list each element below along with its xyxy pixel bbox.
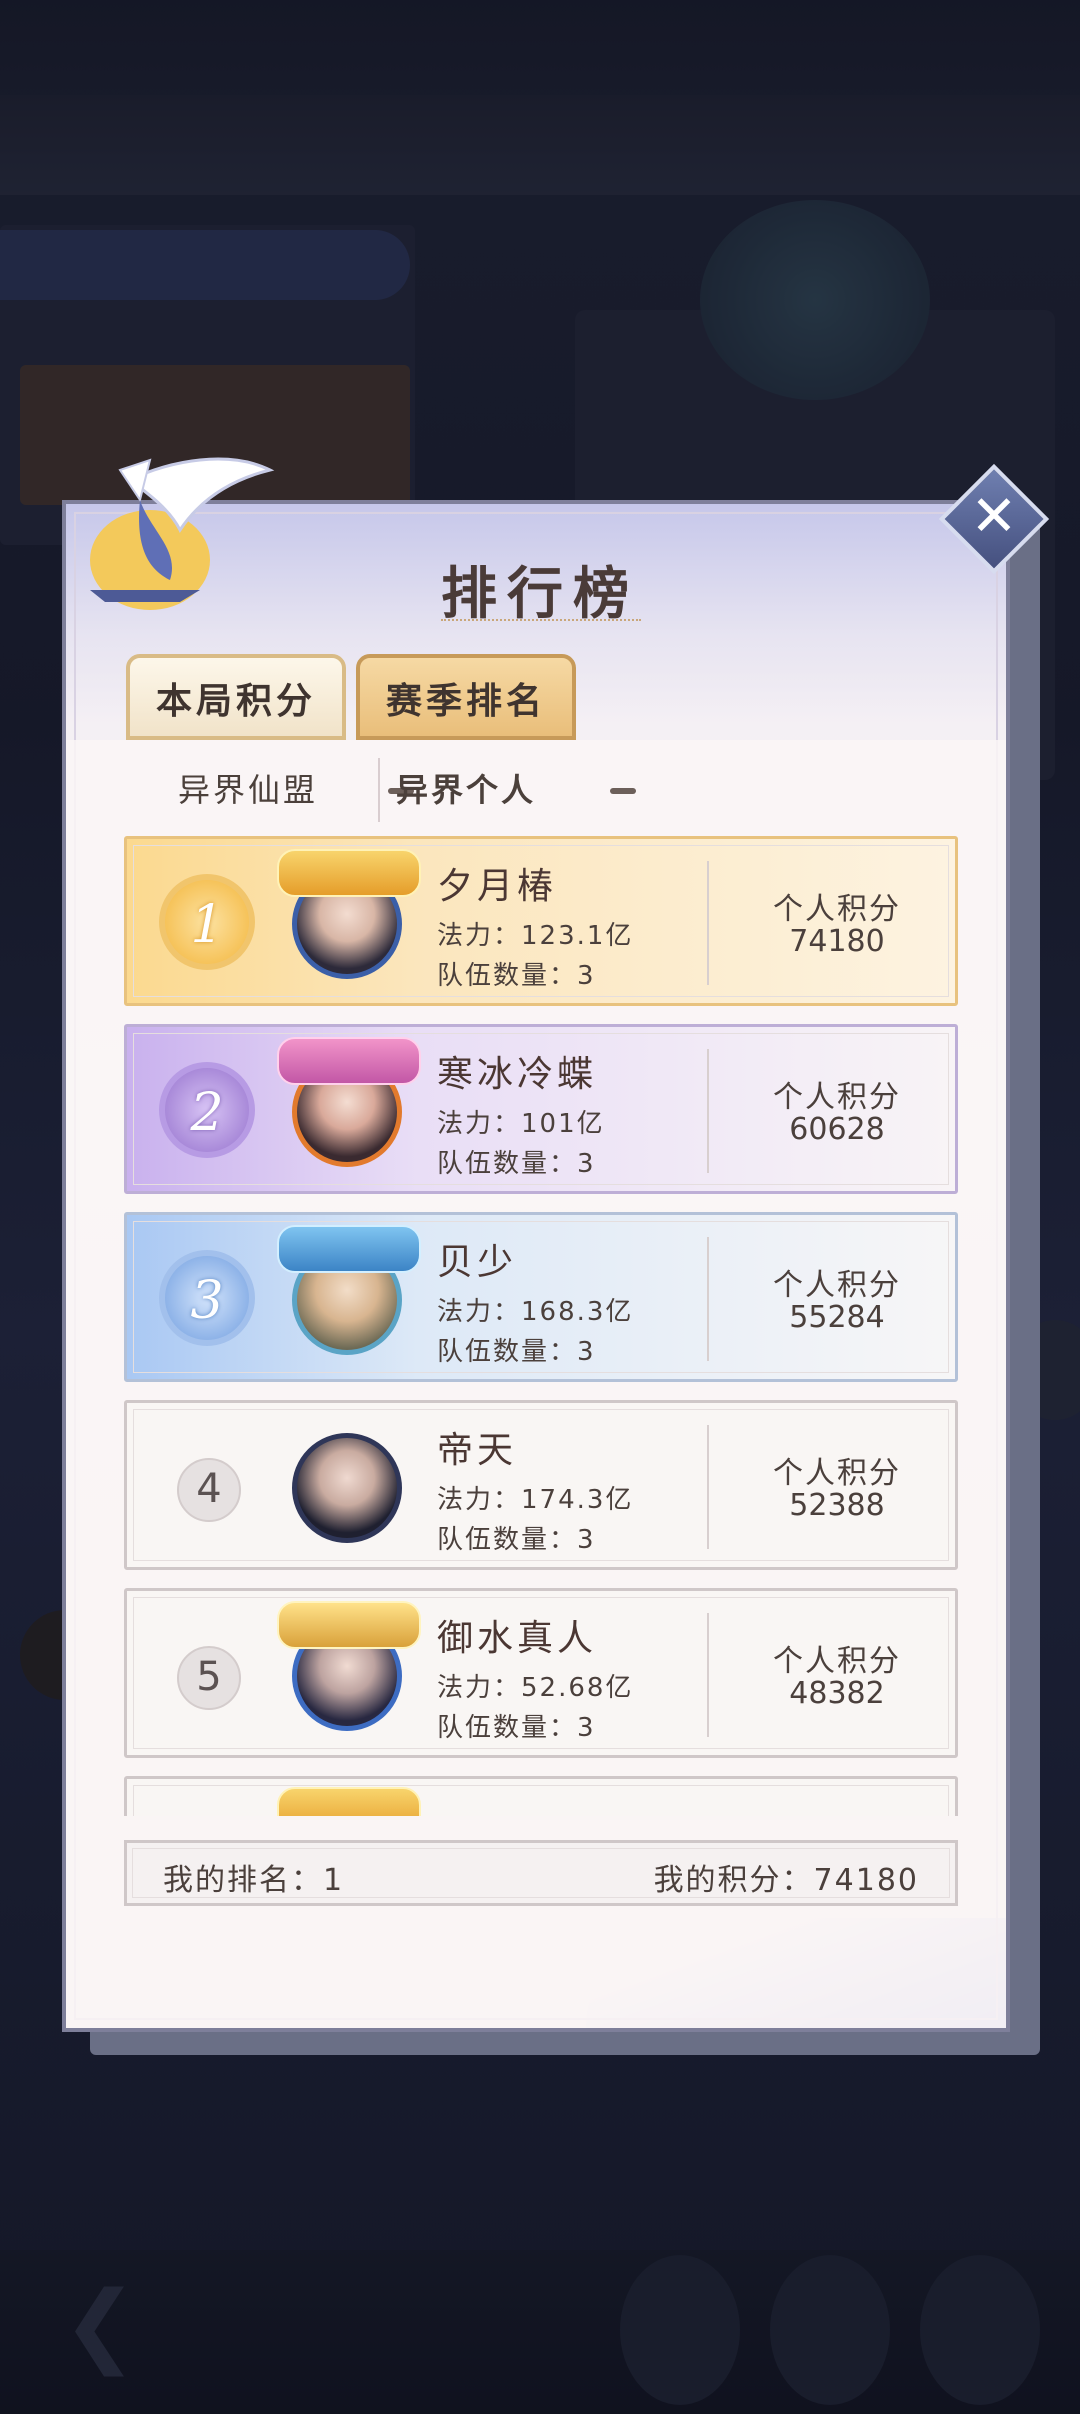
my-rank-bar: 我的排名：1 我的积分：74180 [124, 1840, 958, 1906]
player-team-count: 队伍数量：3 [437, 1149, 596, 1179]
row-divider [707, 861, 709, 985]
player-name: 寒冰冷蝶 [437, 1054, 598, 1095]
my-rank: 我的排名：1 [163, 1863, 345, 1898]
close-icon[interactable]: ✕ [955, 478, 1033, 556]
player-team-count: 队伍数量：3 [437, 1525, 596, 1555]
score-label: 个人积分 [773, 1456, 901, 1491]
score-value: 60628 [789, 1112, 885, 1147]
row-divider [707, 1049, 709, 1173]
player-power: 法力：52.68亿 [437, 1673, 634, 1703]
score-value: 74180 [789, 924, 885, 959]
score-value: 52388 [789, 1488, 885, 1523]
avatar-frame-badge [277, 849, 421, 897]
player-team-count: 队伍数量：3 [437, 1713, 596, 1743]
subtab-personal[interactable]: 异界个人 [396, 760, 536, 820]
row-divider [707, 1425, 709, 1549]
tab-round-score[interactable]: 本局积分 [126, 654, 346, 740]
leaderboard-modal: 排行榜 本局积分 赛季排名 异界仙盟 异界个人 1 夕月椿 法力：123.1亿 … [62, 500, 1010, 2032]
tab-season-rank[interactable]: 赛季排名 [356, 654, 576, 740]
player-power: 法力：168.3亿 [437, 1297, 634, 1327]
player-power: 法力：174.3亿 [437, 1485, 634, 1515]
subtab-guild[interactable]: 异界仙盟 [178, 760, 318, 820]
ranking-row[interactable]: 2 寒冰冷蝶 法力：101亿 队伍数量：3 个人积分 60628 [124, 1024, 958, 1194]
ranking-row[interactable]: 4 帝天 法力：174.3亿 队伍数量：3 个人积分 52388 [124, 1400, 958, 1570]
ranking-row[interactable]: 5 御水真人 法力：52.68亿 队伍数量：3 个人积分 48382 [124, 1588, 958, 1758]
avatar-frame-badge [277, 1787, 421, 1816]
score-label: 个人积分 [773, 1644, 901, 1679]
rank-number: 5 [177, 1646, 241, 1710]
player-power: 法力：123.1亿 [437, 921, 634, 951]
score-label: 个人积分 [773, 1268, 901, 1303]
subtab-divider [378, 758, 380, 822]
row-divider [707, 1613, 709, 1737]
player-team-count: 队伍数量：3 [437, 1337, 596, 1367]
rank-medal-blue: 3 [159, 1250, 255, 1346]
leaderboard-content: 异界仙盟 异界个人 1 夕月椿 法力：123.1亿 队伍数量：3 个人积分 74… [66, 740, 1006, 2028]
score-label: 个人积分 [773, 1080, 901, 1115]
player-name: 夕月椿 [437, 866, 558, 907]
score-value: 48382 [789, 1676, 885, 1711]
player-name: 贝少 [437, 1242, 518, 1283]
avatar-frame-badge [277, 1225, 421, 1273]
ranking-row[interactable] [124, 1776, 958, 1816]
avatar-frame-badge [277, 1037, 421, 1085]
player-team-count: 队伍数量：3 [437, 961, 596, 991]
my-score: 我的积分：74180 [653, 1863, 919, 1898]
player-avatar[interactable] [292, 1433, 402, 1543]
score-label: 个人积分 [773, 892, 901, 927]
player-name: 御水真人 [437, 1618, 598, 1659]
score-value: 55284 [789, 1300, 885, 1335]
rank-medal-gold: 1 [159, 874, 255, 970]
row-border [133, 1785, 949, 1816]
ranking-list[interactable]: 1 夕月椿 法力：123.1亿 队伍数量：3 个人积分 74180 2 寒冰冷蝶… [124, 836, 958, 1816]
avatar-frame-badge [277, 1601, 421, 1649]
title-ornament [441, 619, 641, 627]
row-divider [707, 1237, 709, 1361]
player-name: 帝天 [437, 1430, 518, 1471]
subtab-ornament-right [610, 788, 636, 794]
rank-medal-purple: 2 [159, 1062, 255, 1158]
ranking-row[interactable]: 3 贝少 法力：168.3亿 队伍数量：3 个人积分 55284 [124, 1212, 958, 1382]
ranking-row[interactable]: 1 夕月椿 法力：123.1亿 队伍数量：3 个人积分 74180 [124, 836, 958, 1006]
crane-icon [90, 457, 275, 610]
player-power: 法力：101亿 [437, 1109, 605, 1139]
rank-number: 4 [177, 1458, 241, 1522]
